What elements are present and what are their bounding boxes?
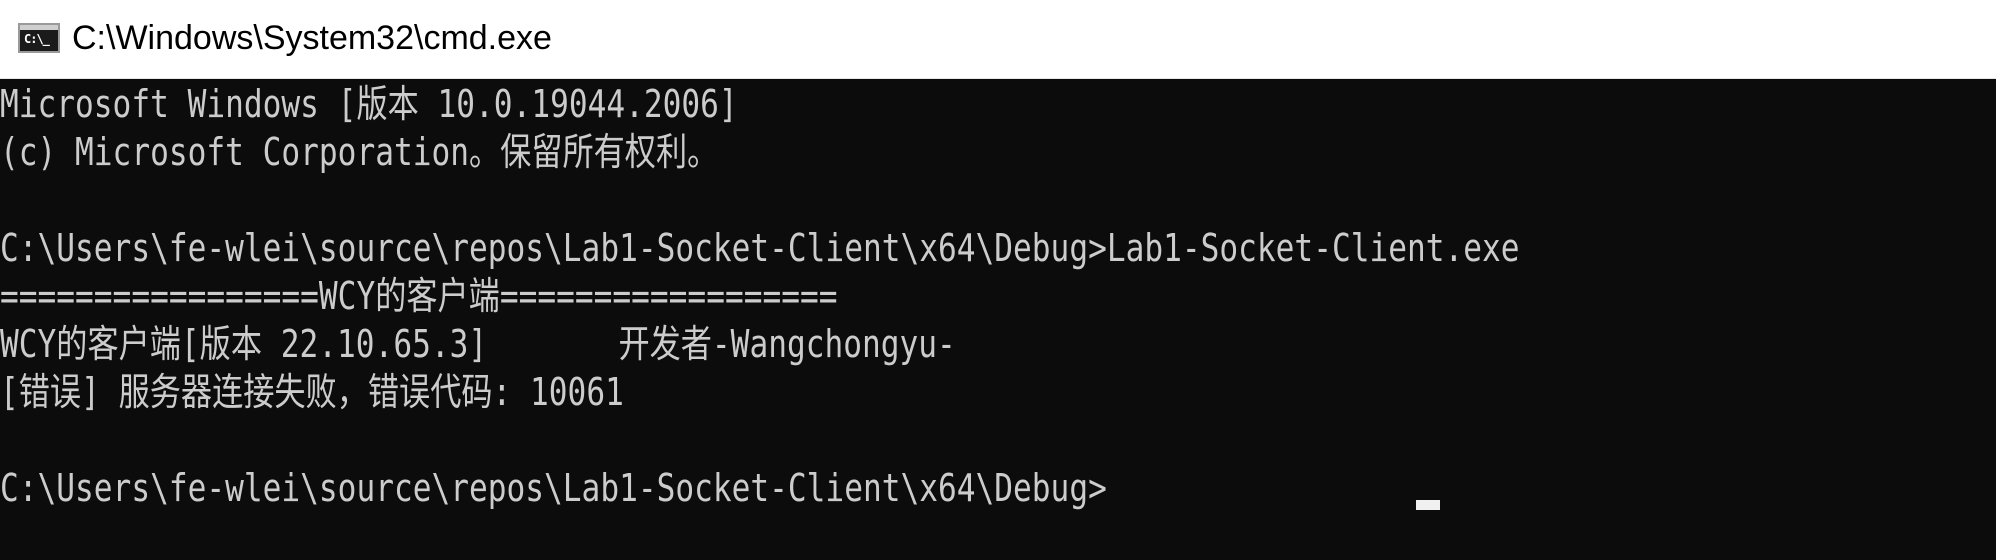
console-line-7: [错误] 服务器连接失败，错误代码: 10061: [0, 370, 624, 414]
console-line-6: WCY的客户端[版本 22.10.65.3] 开发者-Wangchongyu-: [0, 322, 956, 366]
cmd-icon[interactable]: C:\_: [18, 23, 60, 53]
window-title: C:\Windows\System32\cmd.exe: [72, 19, 552, 57]
cmd-icon-glyph: C:\_: [24, 32, 50, 46]
title-bar[interactable]: C:\_ C:\Windows\System32\cmd.exe: [0, 0, 1996, 79]
text-cursor: [1416, 500, 1440, 510]
cmd-icon-titlebar: [20, 25, 58, 30]
console-line-2: (c) Microsoft Corporation。保留所有权利。: [0, 130, 719, 174]
console-line-1: Microsoft Windows [版本 10.0.19044.2006]: [0, 82, 738, 126]
console-output-area[interactable]: Microsoft Windows [版本 10.0.19044.2006] (…: [0, 80, 1996, 560]
cmd-window: C:\_ C:\Windows\System32\cmd.exe Microso…: [0, 0, 1996, 560]
console-line-5: =================WCY的客户端================…: [0, 274, 838, 318]
console-line-4: C:\Users\fe-wlei\source\repos\Lab1-Socke…: [0, 226, 1520, 270]
console-prompt-line[interactable]: C:\Users\fe-wlei\source\repos\Lab1-Socke…: [0, 464, 1107, 512]
